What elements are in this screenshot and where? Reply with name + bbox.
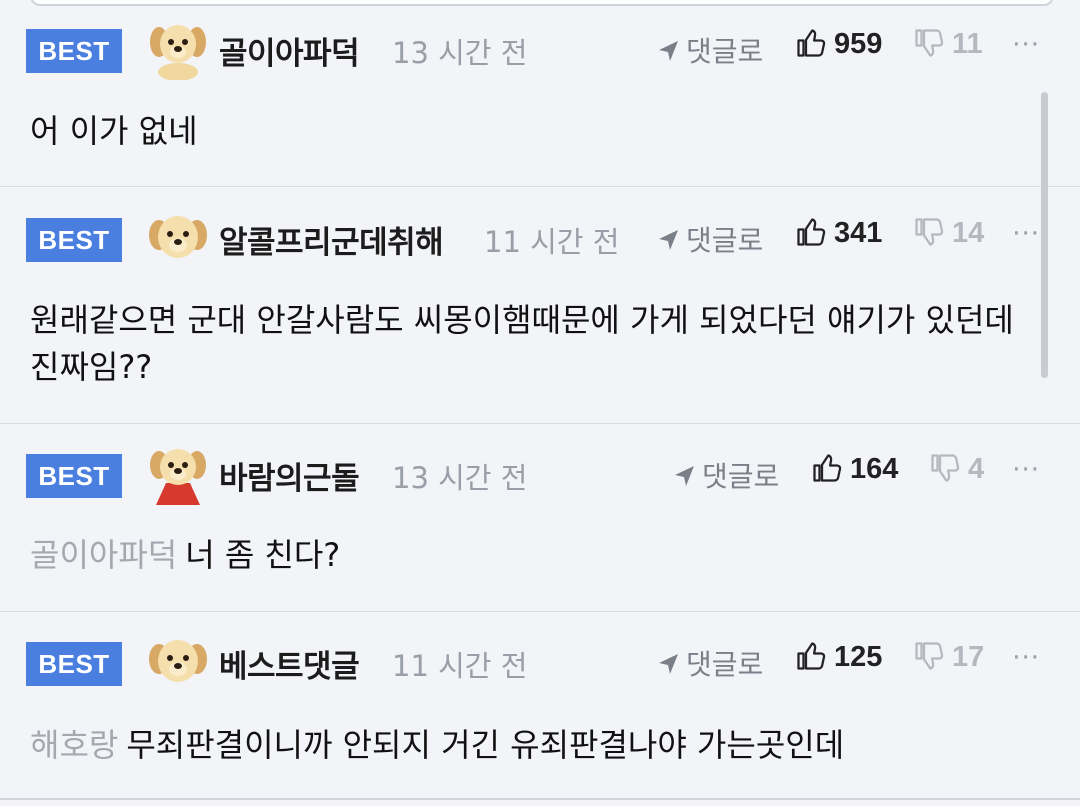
- reply-arrow-icon: [659, 654, 678, 674]
- comment-body: 원래같으면 군대 안갈사람도 씨몽이햄때문에 가게 되었다던 얘기가 있던데 진…: [30, 301, 1014, 386]
- dislike-count: 14: [952, 217, 985, 249]
- thumbs-up-icon: [797, 218, 826, 246]
- comment-nickname[interactable]: 골이아파덕: [219, 28, 360, 73]
- reply-button[interactable]: 댓글로: [656, 30, 763, 70]
- reply-button[interactable]: 댓글로: [672, 455, 779, 495]
- best-badge: BEST: [26, 454, 122, 498]
- thumbs-up-icon: [813, 454, 842, 482]
- dislike-button[interactable]: 14: [914, 217, 984, 250]
- comment-item: BEST 골이아파덕 13 시간 전 댓글로 959 11 ··· 어 이가 없…: [0, 0, 1080, 187]
- like-button[interactable]: 959: [796, 28, 882, 61]
- comment-item: BEST 바람의근돌 13 시간 전 댓글로 164 4 ··· 골이아파덕 너…: [0, 424, 1080, 612]
- puppy-avatar-icon[interactable]: [146, 16, 210, 81]
- comment-body: 너 좀 친다?: [185, 536, 341, 574]
- comment-text: 원래같으면 군대 안갈사람도 씨몽이햄때문에 가게 되었다던 얘기가 있던데 진…: [30, 297, 1040, 391]
- comment-nickname[interactable]: 바람의근돌: [219, 453, 360, 498]
- comment-text: 해호랑 무죄판결이니까 안되지 거긴 유죄판결나야 가는곳인데: [30, 722, 1040, 769]
- comment-time: 11 시간 전: [392, 649, 528, 683]
- puppy-avatar-icon[interactable]: [146, 441, 210, 505]
- comment-time: 11 시간 전: [484, 225, 620, 259]
- dislike-button[interactable]: 17: [914, 641, 984, 674]
- like-count: 164: [850, 453, 899, 485]
- more-dots-icon[interactable]: ···: [1012, 643, 1040, 673]
- thumbs-up-icon: [797, 642, 826, 670]
- reply-arrow-icon: [675, 466, 694, 486]
- comment-body: 무죄판결이니까 안되지 거긴 유죄판결나야 가는곳인데: [126, 726, 845, 764]
- reply-button[interactable]: 댓글로: [656, 219, 763, 259]
- dislike-count: 4: [968, 453, 985, 485]
- comment-time: 13 시간 전: [392, 461, 528, 495]
- comment-body: 어 이가 없네: [30, 112, 198, 150]
- bottom-divider: [0, 798, 1080, 800]
- comment-time: 13 시간 전: [392, 36, 528, 70]
- comment-nickname[interactable]: 베스트댓글: [219, 641, 360, 686]
- reply-label: 댓글로: [686, 648, 764, 681]
- mention-nickname[interactable]: 해호랑: [30, 726, 118, 764]
- thumbs-up-icon: [797, 29, 826, 57]
- comment-item: BEST 베스트댓글 11 시간 전 댓글로 125 17 ··· 해호랑 무죄판…: [0, 612, 1080, 798]
- reply-label: 댓글로: [686, 35, 764, 68]
- like-button[interactable]: 164: [812, 453, 898, 486]
- thumbs-down-icon: [931, 454, 960, 482]
- puppy-avatar-icon[interactable]: [146, 205, 210, 269]
- thumbs-down-icon: [915, 218, 944, 246]
- comment-text: 골이아파덕 너 좀 친다?: [30, 532, 1040, 579]
- best-badge: BEST: [26, 29, 122, 73]
- like-count: 125: [834, 641, 883, 673]
- reply-label: 댓글로: [702, 460, 780, 493]
- scrollbar[interactable]: [1041, 92, 1048, 378]
- reply-arrow-icon: [659, 230, 678, 250]
- more-dots-icon[interactable]: ···: [1012, 219, 1040, 249]
- dislike-button[interactable]: 11: [914, 28, 983, 61]
- reply-arrow-icon: [659, 41, 678, 61]
- reply-label: 댓글로: [686, 224, 764, 257]
- like-button[interactable]: 341: [796, 217, 882, 250]
- thumbs-down-icon: [915, 642, 944, 670]
- more-dots-icon[interactable]: ···: [1012, 30, 1040, 60]
- comment-text: 어 이가 없네: [30, 108, 1040, 155]
- thumbs-down-icon: [915, 29, 944, 57]
- best-badge: BEST: [26, 218, 122, 262]
- comment-item: BEST 알콜프리군데취해 11 시간 전 댓글로 341 14 ··· 원래같…: [0, 187, 1080, 424]
- puppy-avatar-icon[interactable]: [146, 629, 210, 693]
- reply-button[interactable]: 댓글로: [656, 643, 763, 683]
- like-button[interactable]: 125: [796, 641, 882, 674]
- best-badge: BEST: [26, 642, 122, 686]
- like-count: 341: [834, 217, 883, 249]
- mention-nickname[interactable]: 골이아파덕: [30, 536, 177, 574]
- dislike-count: 11: [952, 28, 983, 60]
- dislike-button[interactable]: 4: [930, 453, 984, 486]
- more-dots-icon[interactable]: ···: [1012, 455, 1040, 485]
- like-count: 959: [834, 28, 883, 60]
- dislike-count: 17: [952, 641, 985, 673]
- comment-nickname[interactable]: 알콜프리군데취해: [219, 217, 444, 262]
